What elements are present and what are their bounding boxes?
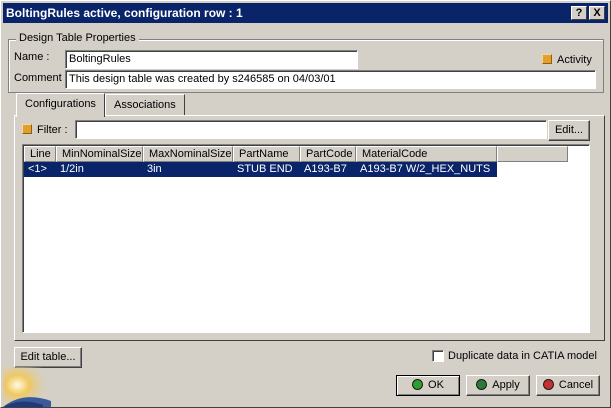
ok-button[interactable]: OK bbox=[396, 375, 460, 396]
tab-associations[interactable]: Associations bbox=[105, 94, 185, 116]
apply-button[interactable]: Apply bbox=[466, 375, 530, 396]
column-header[interactable]: PartName bbox=[233, 146, 300, 162]
cell-material-code: A193-B7 W/2_HEX_NUTS bbox=[360, 163, 491, 175]
cell-part-name: STUB END bbox=[237, 163, 293, 175]
catia-logo-icon bbox=[3, 367, 51, 407]
close-button[interactable]: X bbox=[589, 6, 605, 20]
filter-input[interactable] bbox=[75, 120, 547, 139]
comment-field[interactable]: This design table was created by s246585… bbox=[65, 70, 596, 89]
column-header[interactable]: PartCode bbox=[300, 146, 356, 162]
cell-max-nominal-size: 3in bbox=[147, 163, 162, 175]
filter-label: Filter : bbox=[37, 124, 68, 136]
activity-label: Activity bbox=[557, 54, 592, 66]
filter-edit-button[interactable]: Edit... bbox=[548, 120, 590, 141]
cell-min-nominal-size: 1/2in bbox=[60, 163, 84, 175]
group-title: Design Table Properties bbox=[16, 32, 139, 44]
duplicate-data-checkbox[interactable] bbox=[432, 350, 444, 362]
name-label: Name : bbox=[14, 51, 50, 63]
cell-line: <1> bbox=[28, 163, 47, 175]
cancel-label: Cancel bbox=[558, 379, 594, 391]
tab-configurations[interactable]: Configurations bbox=[16, 93, 105, 117]
column-header[interactable]: MaterialCode bbox=[356, 146, 497, 162]
cell-part-code: A193-B7 bbox=[304, 163, 347, 175]
duplicate-data-label: Duplicate data in CATIA model bbox=[448, 350, 597, 362]
column-header[interactable]: MaxNominalSize bbox=[143, 146, 233, 162]
column-header[interactable]: Line bbox=[24, 146, 56, 162]
header-filler bbox=[497, 146, 568, 162]
cancel-icon bbox=[542, 379, 554, 390]
edit-table-button[interactable]: Edit table... bbox=[14, 347, 82, 368]
name-field[interactable]: BoltingRules bbox=[65, 50, 358, 69]
apply-icon bbox=[476, 379, 488, 390]
title-bar[interactable]: BoltingRules active, configuration row :… bbox=[3, 3, 608, 23]
help-button[interactable]: ? bbox=[571, 6, 587, 20]
table-header: Line MinNominalSize MaxNominalSize PartN… bbox=[24, 146, 568, 162]
ok-icon bbox=[412, 379, 424, 390]
column-header[interactable]: MinNominalSize bbox=[56, 146, 143, 162]
activity-checkbox[interactable] bbox=[542, 54, 552, 64]
ok-label: OK bbox=[428, 379, 444, 391]
filter-checkbox[interactable] bbox=[22, 124, 32, 134]
window-title: BoltingRules active, configuration row :… bbox=[6, 6, 243, 20]
configurations-table: Line MinNominalSize MaxNominalSize PartN… bbox=[22, 144, 590, 333]
cancel-button[interactable]: Cancel bbox=[536, 375, 600, 396]
dialog-window: BoltingRules active, configuration row :… bbox=[0, 0, 611, 408]
table-row[interactable]: <1> 1/2in 3in STUB END A193-B7 A193-B7 W… bbox=[24, 162, 497, 177]
comment-label: Comment : bbox=[14, 72, 68, 84]
apply-label: Apply bbox=[492, 379, 520, 391]
